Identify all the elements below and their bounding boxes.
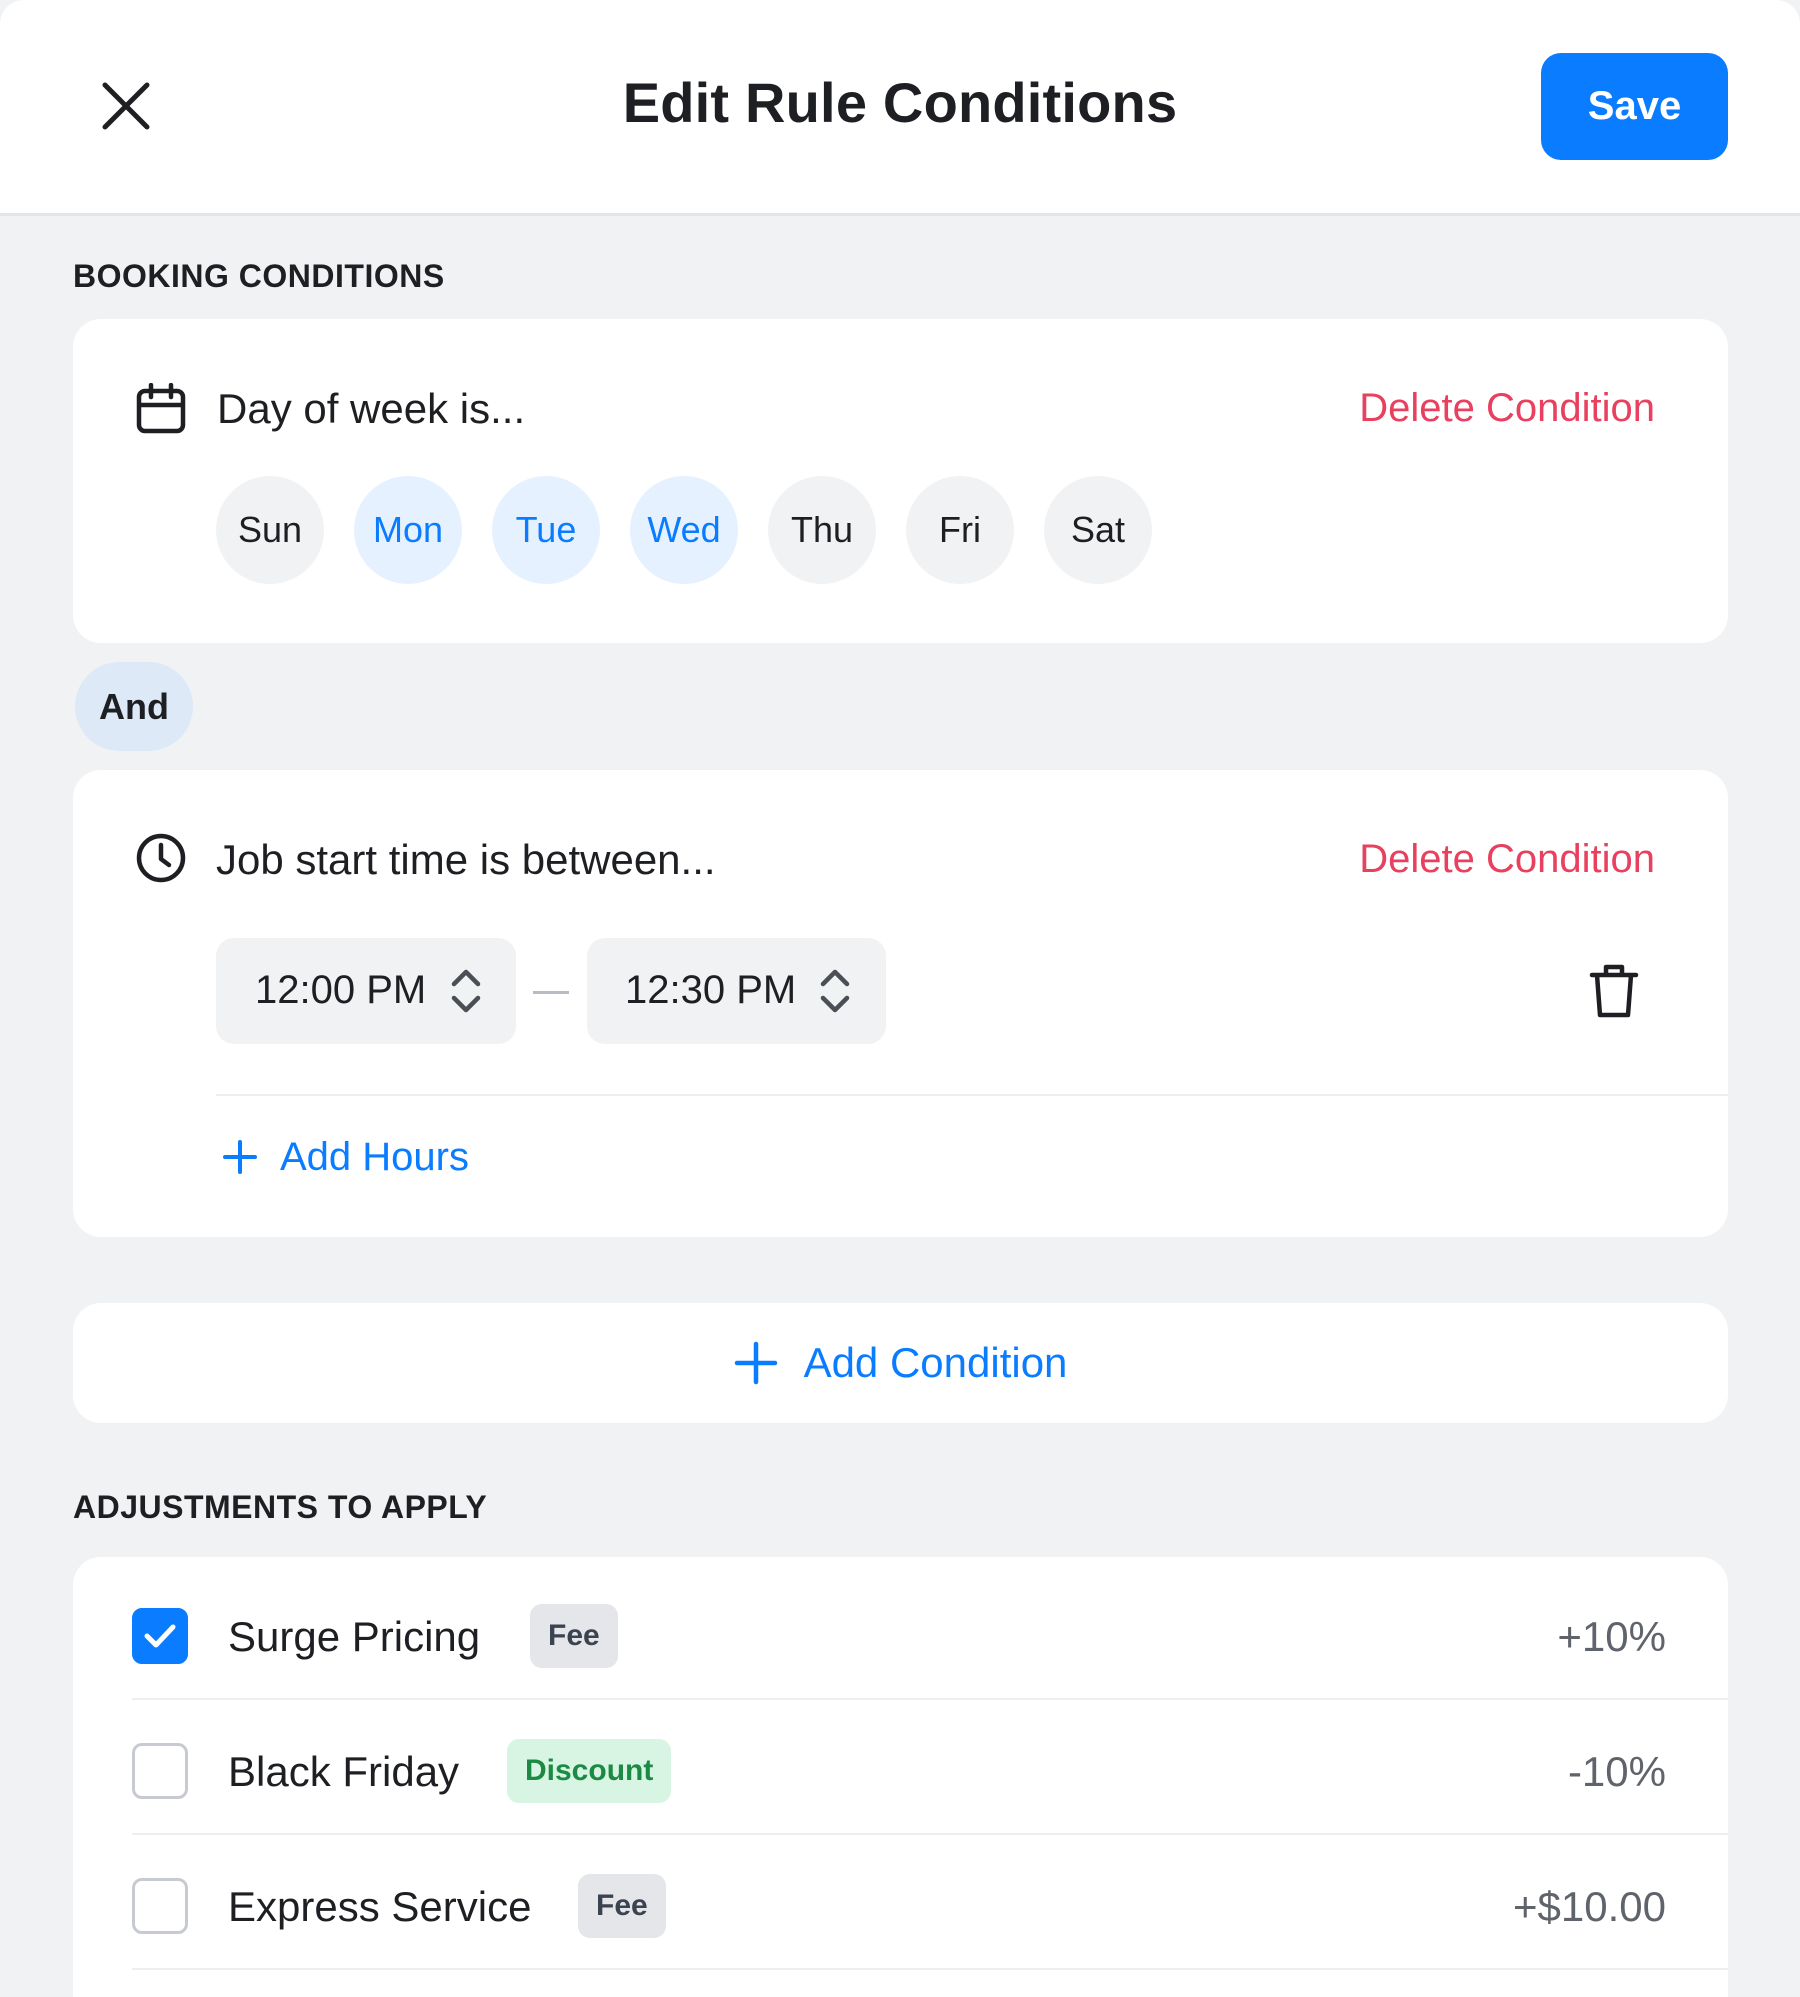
day-chip-wed[interactable]: Wed xyxy=(630,476,738,584)
day-of-week-condition-card: Day of week is... Delete Condition xyxy=(73,319,1728,643)
time-range-separator xyxy=(533,991,569,994)
day-chip-fri[interactable]: Fri xyxy=(906,476,1014,584)
day-chip-sun[interactable]: Sun xyxy=(216,476,324,584)
adjustment-name: Black Friday xyxy=(228,1748,460,1795)
adjustment-checkbox[interactable] xyxy=(132,1878,188,1934)
start-time-picker[interactable]: 12:00 PM xyxy=(216,938,516,1044)
end-time-picker[interactable]: 12:30 PM xyxy=(587,938,886,1044)
adjustment-value: +$10.00 xyxy=(1513,1883,1666,1930)
plus-icon xyxy=(223,1140,257,1174)
adjustment-name: Express Service xyxy=(228,1883,532,1930)
checkmark-icon xyxy=(144,1624,176,1648)
start-time-value: 12:00 PM xyxy=(255,968,427,1012)
page-title: Edit Rule Conditions xyxy=(622,71,1178,134)
booking-conditions-heading: BOOKING CONDITIONS xyxy=(73,258,445,294)
plus-icon xyxy=(734,1341,777,1385)
end-time-value: 12:30 PM xyxy=(625,968,797,1012)
delete-time-condition-link[interactable]: Delete Condition xyxy=(1359,837,1655,882)
chevron-updown-icon[interactable] xyxy=(448,963,484,1019)
add-condition-content: Add Condition xyxy=(73,1303,1728,1423)
adjustment-checkbox[interactable] xyxy=(132,1743,188,1799)
adjustment-type-badge: Fee xyxy=(578,1874,666,1938)
adjustment-type-badge: Discount xyxy=(507,1739,672,1803)
day-chip-thu[interactable]: Thu xyxy=(768,476,876,584)
calendar-icon xyxy=(136,383,186,434)
add-condition-label: Add Condition xyxy=(803,1339,1068,1386)
add-condition-button[interactable]: Add Condition xyxy=(73,1303,1728,1423)
add-hours-label: Add Hours xyxy=(280,1134,469,1179)
day-chip-tue[interactable]: Tue xyxy=(492,476,600,584)
modal-header: Edit Rule Conditions Save xyxy=(0,0,1800,216)
adjustment-value: +10% xyxy=(1557,1613,1666,1660)
clock-icon xyxy=(136,833,186,883)
save-button[interactable]: Save xyxy=(1541,53,1728,160)
adjustment-type-badge: Fee xyxy=(530,1604,618,1668)
day-chip-mon[interactable]: Mon xyxy=(354,476,462,584)
adjustment-row[interactable]: Surge Pricing Fee +10% xyxy=(130,1565,1728,1700)
divider xyxy=(216,1094,1728,1096)
day-chip-sat[interactable]: Sat xyxy=(1044,476,1152,584)
trash-icon[interactable] xyxy=(1588,962,1640,1020)
and-connector[interactable]: And xyxy=(75,662,193,751)
divider xyxy=(132,1968,1728,1970)
adjustment-name: Surge Pricing xyxy=(228,1613,481,1660)
adjustment-row[interactable]: Black Friday Discount -10% xyxy=(130,1700,1728,1835)
adjustments-heading: ADJUSTMENTS TO APPLY xyxy=(73,1489,488,1525)
delete-day-condition-link[interactable]: Delete Condition xyxy=(1359,386,1655,431)
adjustment-value: -10% xyxy=(1567,1748,1666,1795)
time-condition-title: Job start time is between... xyxy=(216,836,716,883)
add-hours-button[interactable]: Add Hours xyxy=(222,1130,469,1184)
adjustment-row[interactable]: Express Service Fee +$10.00 xyxy=(130,1835,1728,1970)
adjustment-checkbox[interactable] xyxy=(132,1608,188,1664)
chevron-updown-icon[interactable] xyxy=(817,963,853,1019)
day-condition-title: Day of week is... xyxy=(217,385,526,432)
